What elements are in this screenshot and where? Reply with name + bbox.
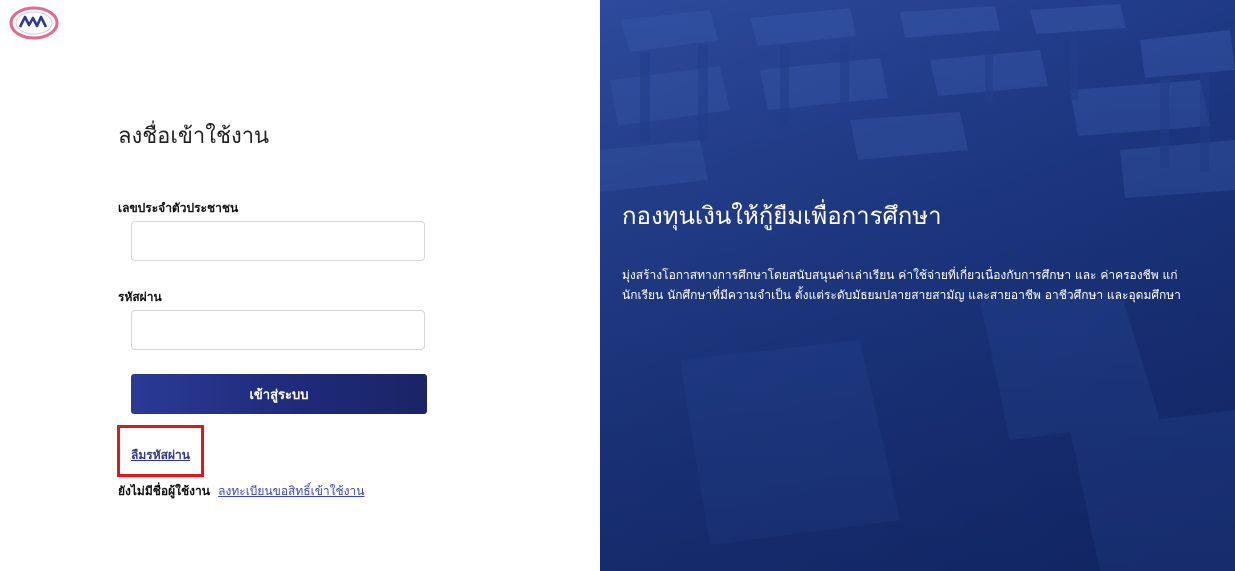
id-number-input[interactable] [131, 221, 425, 261]
hero-title: กองทุนเงินให้กู้ยืมเพื่อการศึกษา [622, 202, 942, 230]
hero-panel: กองทุนเงินให้กู้ยืมเพื่อการศึกษา มุ่งสร้… [600, 0, 1235, 571]
register-link[interactable]: ลงทะเบียนขอสิทธิ์เข้าใช้งาน [218, 484, 364, 498]
login-button[interactable]: เข้าสู่ระบบ [131, 374, 427, 414]
forgot-password-link[interactable]: ลืมรหัสผ่าน [131, 446, 190, 465]
hero-description: มุ่งสร้างโอกาสทางการศึกษาโดยสนับสนุนค่าเ… [622, 268, 1181, 302]
login-panel: ลงชื่อเข้าใช้งาน เลขประจำตัวประชาชน รหัส… [0, 0, 600, 571]
page-title: ลงชื่อเข้าใช้งาน [118, 124, 270, 149]
password-label: รหัสผ่าน [118, 290, 162, 304]
id-number-label: เลขประจำตัวประชาชน [118, 201, 239, 215]
kyslf-logo-icon[interactable] [8, 6, 60, 40]
password-input[interactable] [131, 310, 425, 350]
login-page: ลงชื่อเข้าใช้งาน เลขประจำตัวประชาชน รหัส… [0, 0, 1235, 571]
register-prompt: ยังไม่มีชื่อผู้ใช้งาน ลงทะเบียนขอสิทธิ์เ… [118, 482, 364, 501]
no-account-text: ยังไม่มีชื่อผู้ใช้งาน [118, 484, 210, 498]
